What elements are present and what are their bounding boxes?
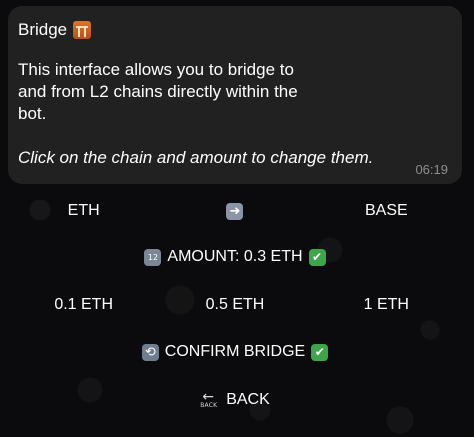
message-timestamp: 06:19 — [415, 162, 448, 177]
bot-message-bubble: Bridge This interface allows you to brid… — [8, 6, 462, 184]
right-arrow-icon — [226, 202, 244, 220]
back-button[interactable]: BACK — [8, 383, 462, 417]
keyboard-row-amount-presets: 0.1 ETH 0.5 ETH 1 ETH — [8, 288, 462, 322]
message-body-line: and from L2 chains directly within the — [18, 82, 298, 101]
swap-direction-button[interactable] — [159, 194, 310, 228]
amount-preset-button[interactable]: 0.5 ETH — [159, 288, 310, 322]
message-body: This interface allows you to bridge to a… — [18, 59, 452, 125]
amount-preset-button[interactable]: 0.1 ETH — [8, 288, 159, 322]
amount-label: AMOUNT: 0.3 ETH — [167, 248, 303, 265]
message-title-text: Bridge — [18, 20, 68, 39]
keyboard-row-amount: AMOUNT: 0.3 ETH — [8, 240, 462, 274]
confirm-bridge-label: CONFIRM BRIDGE — [164, 343, 306, 360]
amount-preset-label: 0.5 ETH — [205, 296, 265, 313]
amount-preset-button[interactable]: 1 ETH — [311, 288, 462, 322]
message-title: Bridge — [18, 19, 452, 41]
from-chain-button[interactable]: ETH — [8, 194, 159, 228]
message-body-line: This interface allows you to bridge to — [18, 60, 294, 79]
message-body-line: bot. — [18, 104, 47, 123]
check-mark-icon — [308, 248, 326, 266]
confirm-bridge-button[interactable]: CONFIRM BRIDGE — [8, 335, 462, 369]
to-chain-label: BASE — [364, 202, 408, 219]
keyboard-row-chains: ETH BASE — [8, 194, 462, 228]
from-chain-label: ETH — [67, 202, 100, 219]
bridge-at-night-icon — [73, 21, 92, 39]
keyboard-row-confirm: CONFIRM BRIDGE — [8, 335, 462, 369]
to-chain-button[interactable]: BASE — [311, 194, 462, 228]
repeat-icon — [141, 343, 159, 361]
amount-preset-label: 0.1 ETH — [54, 296, 113, 313]
message-note: Click on the chain and amount to change … — [18, 148, 374, 167]
amount-preset-label: 1 ETH — [363, 296, 409, 313]
back-arrow-icon — [200, 389, 220, 409]
amount-button[interactable]: AMOUNT: 0.3 ETH — [8, 240, 462, 274]
input-numbers-icon — [144, 248, 162, 266]
check-mark-icon — [311, 343, 329, 361]
back-label: BACK — [226, 391, 270, 408]
keyboard-row-back: BACK — [8, 383, 462, 417]
